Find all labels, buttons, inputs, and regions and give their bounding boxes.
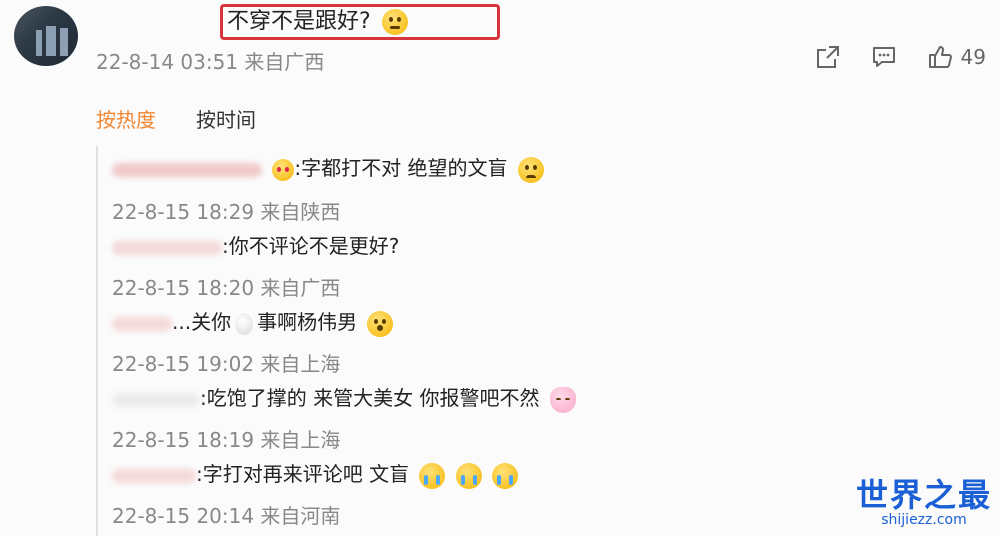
avatar-detail [36,30,42,56]
reply-location: 来自上海 [260,428,341,452]
reply-text: :字打对再来评论吧 文盲 [112,458,519,489]
reply-text: :字都打不对 绝望的文盲 [112,152,544,183]
reply-text: ...关你 事啊杨伟男 [112,306,394,337]
watermark-brand: 世界之最 [855,476,992,514]
redacted-username [112,316,172,331]
crying-emoji-icon [419,462,446,489]
reply-timestamp: 22-8-15 18:20 [112,276,255,300]
reply-location: 来自广西 [260,276,341,300]
tab-sort-by-popularity[interactable]: 按热度 [96,104,156,133]
comment-text-value: 不穿不是跟好? [227,9,371,34]
confused-emoji-icon [367,310,394,337]
egg-emoji-icon [235,312,254,335]
reply-timestamp: 22-8-15 18:19 [112,428,255,452]
sad-emoji-icon [517,156,544,183]
reply-meta: 22-8-15 19:02 来自上海 [112,348,340,377]
heart-eyes-emoji-icon [272,158,295,181]
reply-location: 来自陕西 [260,200,341,224]
reply-location: 来自河南 [260,504,341,528]
comment-actions: 49 [815,44,986,70]
tab-sort-by-time[interactable]: 按时间 [196,104,256,133]
comment-timestamp: 22-8-14 03:51 [96,50,239,74]
grin-emoji-icon [381,9,408,35]
crying-emoji-icon [492,462,519,489]
avatar[interactable] [14,6,78,66]
reply-text-value-a: ...关你 [172,310,232,334]
comment-text: 不穿不是跟好? [220,4,500,40]
reply-meta: 22-8-15 18:20 来自广西 [112,272,340,301]
redacted-username [112,468,196,483]
reply-timestamp: 22-8-15 18:29 [112,200,255,224]
share-icon[interactable] [815,44,841,70]
reply-text-value: :你不评论不是更好? [222,234,400,258]
reply-text: :你不评论不是更好? [112,230,399,259]
avatar-detail [46,26,56,56]
reply-timestamp: 22-8-15 19:02 [112,352,255,376]
like-icon[interactable] [927,44,953,70]
reply-meta: 22-8-15 18:29 来自陕西 [112,196,340,225]
comment-location: 来自广西 [244,50,325,74]
reply-text-value-b: 事啊杨伟男 [257,310,358,334]
reply-text-value: :字打对再来评论吧 文盲 [196,462,410,486]
redacted-username [112,240,222,255]
reply-text-value: :吃饱了撑的 来管大美女 你报警吧不然 [200,386,540,410]
crying-emoji-icon [455,462,482,489]
comment-icon[interactable] [871,44,897,70]
redacted-username [112,162,262,177]
avatar-detail [60,28,68,56]
reply-meta: 22-8-15 20:14 来自河南 [112,500,340,529]
reply-meta: 22-8-15 18:19 来自上海 [112,424,340,453]
reply-location: 来自上海 [260,352,341,376]
comment-meta: 22-8-14 03:51 来自广西 [96,46,324,75]
like-count: 49 [960,45,986,69]
bunny-emoji-icon [549,386,576,413]
reply-timestamp: 22-8-15 20:14 [112,504,255,528]
reply-text-value: :字都打不对 绝望的文盲 [294,156,508,180]
watermark-logo: 世界之最 shijiezz.com [856,470,992,528]
redacted-username [112,392,200,407]
reply-text: :吃饱了撑的 来管大美女 你报警吧不然 [112,382,576,413]
